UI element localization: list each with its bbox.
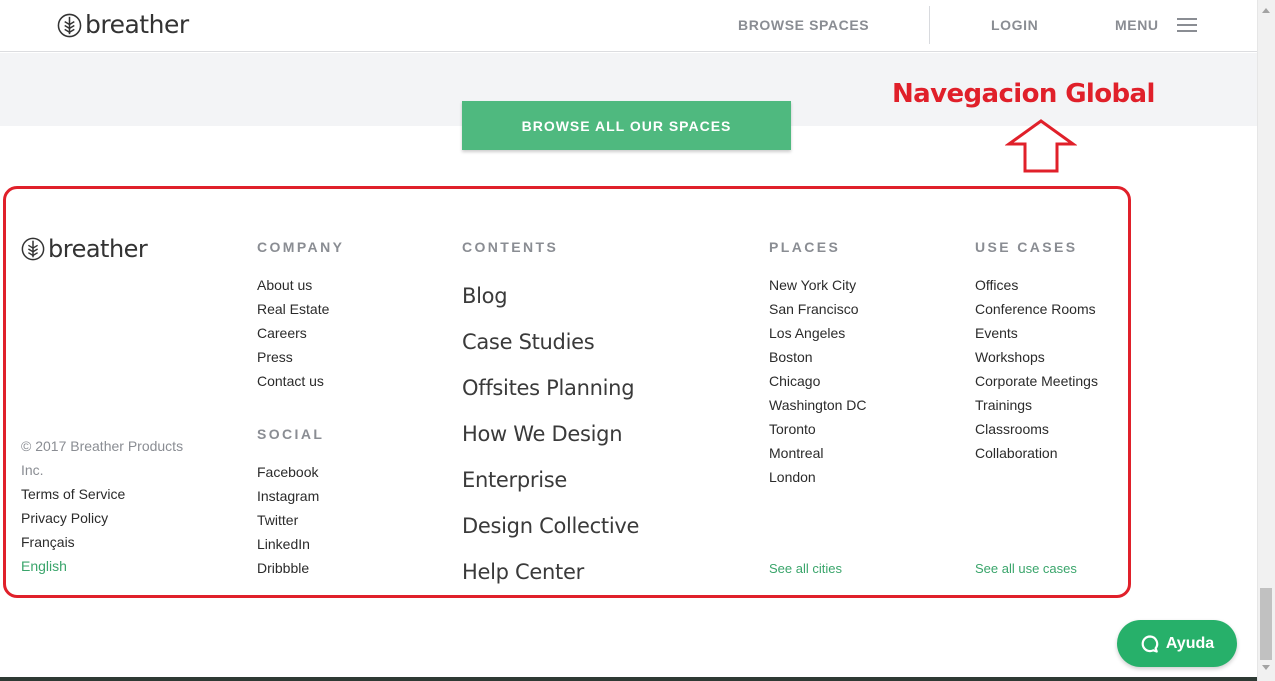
footer-link-real-estate[interactable]: Real Estate [257,297,329,321]
browse-spaces-link[interactable]: BROWSE SPACES [738,17,869,33]
scroll-down-arrow-icon[interactable] [1262,665,1270,670]
scroll-up-arrow-icon[interactable] [1262,8,1270,13]
header-logo[interactable]: breather [57,10,189,40]
footer-link-contact-us[interactable]: Contact us [257,369,329,393]
browse-all-spaces-button[interactable]: BROWSE ALL OUR SPACES [462,101,791,150]
footer-link-workshops[interactable]: Workshops [975,345,1098,369]
footer-logo[interactable]: breather [21,234,148,264]
login-link[interactable]: LOGIN [991,17,1038,33]
footer-link-blog[interactable]: Blog [462,273,639,319]
footer-link-boston[interactable]: Boston [769,345,867,369]
places-list: New York City San Francisco Los Angeles … [769,273,867,489]
breather-logo-icon [21,237,45,261]
footer-link-chicago[interactable]: Chicago [769,369,867,393]
footer-link-trainings[interactable]: Trainings [975,393,1098,417]
footer-link-press[interactable]: Press [257,345,329,369]
contents-heading: CONTENTS [462,239,559,255]
annotation-label: Navegacion Global [892,79,1155,109]
bottom-edge-strip [0,677,1257,681]
footer-link-linkedin[interactable]: LinkedIn [257,532,319,556]
company-heading: COMPANY [257,239,345,255]
footer-link-facebook[interactable]: Facebook [257,460,319,484]
see-all-cities-link[interactable]: See all cities [769,561,842,576]
help-chat-button[interactable]: Ayuda [1117,620,1237,667]
scrollbar-thumb[interactable] [1260,588,1272,660]
footer-link-offsites-planning[interactable]: Offsites Planning [462,365,639,411]
footer-link-enterprise[interactable]: Enterprise [462,457,639,503]
footer-link-twitter[interactable]: Twitter [257,508,319,532]
footer-link-events[interactable]: Events [975,321,1098,345]
nav-divider [929,6,930,44]
help-chat-label: Ayuda [1165,634,1215,652]
page-scrollbar[interactable] [1257,0,1275,681]
footer-link-help-center[interactable]: Help Center [462,549,639,595]
header-brand-name: breather [85,10,189,39]
footer-link-conference-rooms[interactable]: Conference Rooms [975,297,1098,321]
use-cases-list: Offices Conference Rooms Events Workshop… [975,273,1098,465]
menu-button[interactable]: MENU [1115,17,1159,33]
annotation-up-arrow-icon [1005,119,1077,173]
top-navigation-bar: breather BROWSE SPACES LOGIN MENU [0,0,1257,52]
terms-of-service-link[interactable]: Terms of Service [21,482,211,506]
language-french-link[interactable]: Français [21,530,211,554]
footer-link-instagram[interactable]: Instagram [257,484,319,508]
language-english-link[interactable]: English [21,554,211,578]
social-list: Facebook Instagram Twitter LinkedIn Drib… [257,460,319,580]
breather-logo-icon [57,13,82,37]
contents-list: Blog Case Studies Offsites Planning How … [462,273,639,595]
legal-list: © 2017 Breather Products Inc. Terms of S… [21,434,211,578]
footer-link-design-collective[interactable]: Design Collective [462,503,639,549]
footer-link-los-angeles[interactable]: Los Angeles [769,321,867,345]
footer-link-dribbble[interactable]: Dribbble [257,556,319,580]
use-cases-heading: USE CASES [975,239,1078,255]
footer-link-how-we-design[interactable]: How We Design [462,411,639,457]
company-list: About us Real Estate Careers Press Conta… [257,273,329,393]
footer-link-offices[interactable]: Offices [975,273,1098,297]
footer-link-about-us[interactable]: About us [257,273,329,297]
places-heading: PLACES [769,239,841,255]
footer-link-washington-dc[interactable]: Washington DC [769,393,867,417]
social-heading: SOCIAL [257,426,325,442]
footer-link-corporate-meetings[interactable]: Corporate Meetings [975,369,1098,393]
see-all-use-cases-link[interactable]: See all use cases [975,561,1077,576]
footer-link-new-york-city[interactable]: New York City [769,273,867,297]
footer-link-san-francisco[interactable]: San Francisco [769,297,867,321]
copyright-text-continued: Inc. [21,462,44,478]
footer-brand-name: breather [48,235,148,263]
footer-link-collaboration[interactable]: Collaboration [975,441,1098,465]
footer-link-toronto[interactable]: Toronto [769,417,867,441]
footer-link-montreal[interactable]: Montreal [769,441,867,465]
chat-bubble-icon [1141,634,1159,653]
privacy-policy-link[interactable]: Privacy Policy [21,506,211,530]
footer-link-classrooms[interactable]: Classrooms [975,417,1098,441]
footer-link-case-studies[interactable]: Case Studies [462,319,639,365]
footer-link-london[interactable]: London [769,465,867,489]
footer-link-careers[interactable]: Careers [257,321,329,345]
hamburger-icon[interactable] [1177,18,1197,32]
copyright-text: © 2017 Breather Products [21,438,184,454]
